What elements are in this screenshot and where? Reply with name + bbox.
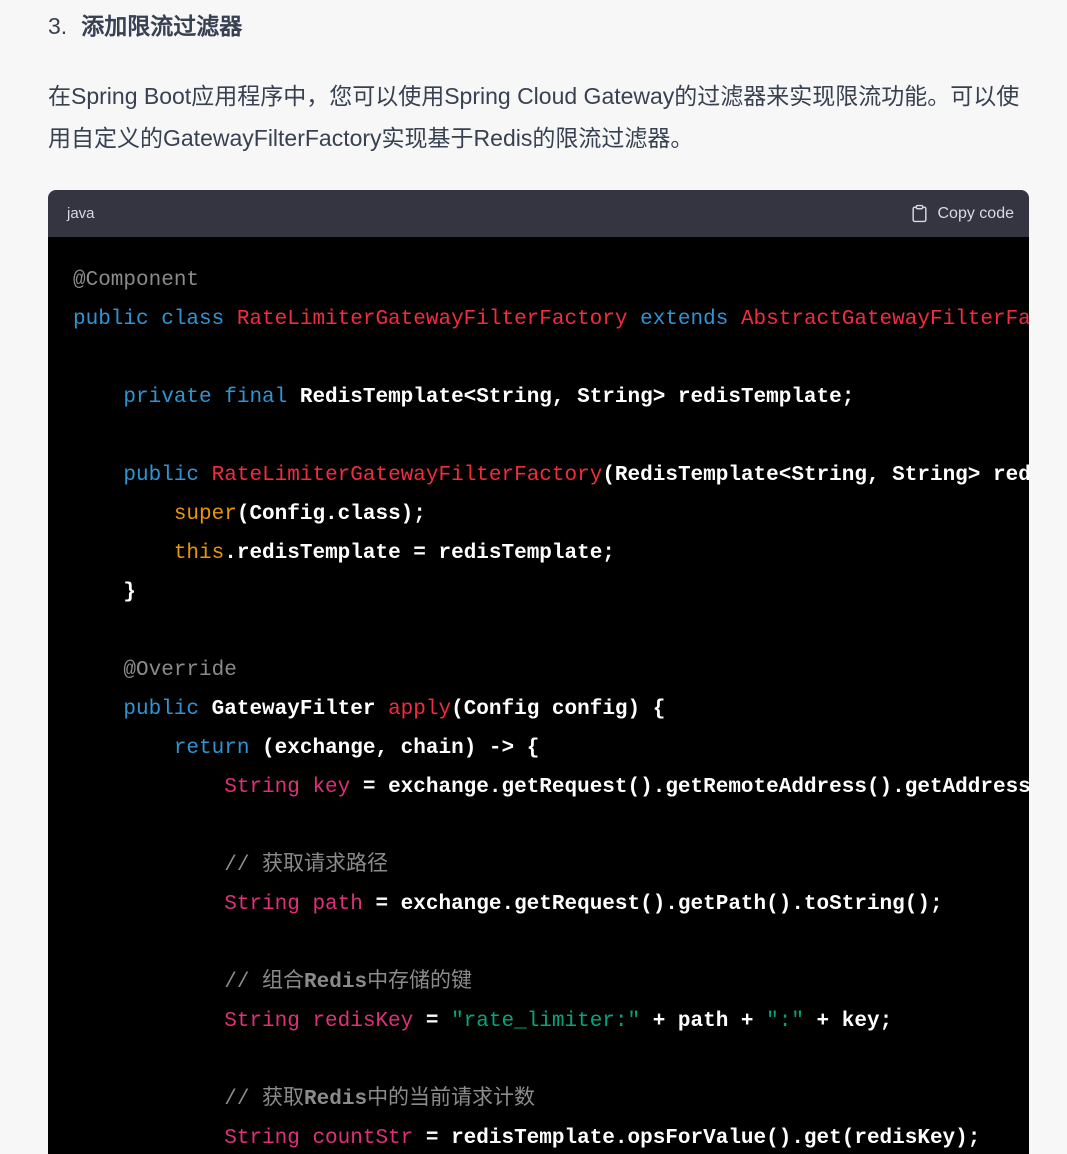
code-token-variable: String countStr (224, 1127, 413, 1150)
code-line: this.redisTemplate = redisTemplate; (73, 542, 615, 565)
code-token-plain: (exchange, chain) -> { (249, 737, 539, 760)
code-token-plain (73, 1088, 224, 1111)
language-label: java (67, 205, 95, 222)
code-token-comment: // 获取请求路径 (224, 854, 388, 877)
code-line: // 组合Redis中存储的键 (73, 971, 472, 994)
page: { "page": { "background": "#f7f7f8", "te… (0, 0, 1067, 1117)
code-token-comment_bold: Redis (304, 971, 367, 994)
code-token-plain (73, 1010, 224, 1033)
code-token-plain: = exchange.getRequest().getRemoteAddress… (350, 776, 1029, 799)
code-token-builtin: super (174, 503, 237, 526)
code-token-plain: + key; (804, 1010, 892, 1033)
code-line: } (73, 581, 136, 604)
code-token-plain: GatewayFilter (199, 698, 388, 721)
code-token-builtin: this (174, 542, 224, 565)
code-token-plain: = (413, 1010, 451, 1033)
paragraph: 在Spring Boot应用程序中，您可以使用Spring Cloud Gate… (48, 75, 1029, 159)
code-token-plain (728, 308, 741, 331)
code-token-plain (73, 893, 224, 916)
code-token-keyword: public (123, 698, 199, 721)
code-token-plain (73, 542, 174, 565)
copy-code-button[interactable]: Copy code (910, 203, 1015, 224)
code-token-plain (73, 737, 174, 760)
code-root: @Component public class RateLimiterGatew… (73, 269, 1029, 1154)
code-token-plain (73, 503, 174, 526)
code-token-plain (73, 1127, 224, 1150)
list-marker: 3. (48, 13, 67, 39)
code-token-keyword: return (174, 737, 250, 760)
code-line: @Override (73, 659, 237, 682)
code-token-keyword: private final (123, 386, 287, 409)
code-token-classname: RateLimiterGatewayFilterFactory (237, 308, 628, 331)
code-token-classname: RateLimiterGatewayFilterFactory (212, 464, 603, 487)
code-token-plain: (Config.class); (237, 503, 426, 526)
code-token-plain: (Config config) { (451, 698, 665, 721)
code-line: super(Config.class); (73, 503, 426, 526)
clipboard-icon (910, 203, 929, 224)
code-token-plain: = exchange.getRequest().getPath().toStri… (363, 893, 943, 916)
code-token-comment: 中的当前请求计数 (367, 1088, 535, 1111)
code-token-plain: + path + (640, 1010, 766, 1033)
code-token-plain: .redisTemplate = redisTemplate; (224, 542, 615, 565)
code-token-plain (73, 854, 224, 877)
code-token-plain (73, 971, 224, 994)
code-content: @Component public class RateLimiterGatew… (48, 237, 1029, 1154)
code-token-plain (199, 464, 212, 487)
code-token-plain: = redisTemplate.opsForValue().get(redisK… (413, 1127, 980, 1150)
code-token-classname: apply (388, 698, 451, 721)
code-line: String countStr = redisTemplate.opsForVa… (73, 1127, 980, 1150)
code-line: private final RedisTemplate<String, Stri… (73, 386, 854, 409)
code-token-plain (628, 308, 641, 331)
code-line: String path = exchange.getRequest().getP… (73, 893, 943, 916)
code-token-comment: // 组合 (224, 971, 304, 994)
code-token-plain (73, 698, 123, 721)
code-token-meta: @Component (73, 269, 199, 292)
code-token-comment: 中存储的键 (367, 971, 472, 994)
code-token-plain: } (73, 581, 136, 604)
code-token-string: "rate_limiter:" (451, 1010, 640, 1033)
code-line: public class RateLimiterGatewayFilterFac… (73, 308, 1029, 331)
code-token-comment: // 获取 (224, 1088, 304, 1111)
code-line: @Component (73, 269, 199, 292)
code-token-plain: (RedisTemplate<String, String> redisTemp… (602, 464, 1029, 487)
code-token-variable: String key (224, 776, 350, 799)
code-token-plain (73, 386, 123, 409)
code-token-variable: String redisKey (224, 1010, 413, 1033)
code-block-header: java Copy code (48, 190, 1029, 237)
code-block: java Copy code @Component public class R… (48, 190, 1029, 1154)
code-line: // 获取Redis中的当前请求计数 (73, 1088, 535, 1111)
code-line: public GatewayFilter apply(Config config… (73, 698, 665, 721)
section-heading-text: 添加限流过滤器 (81, 13, 242, 39)
code-line: String redisKey = "rate_limiter:" + path… (73, 1010, 892, 1033)
code-token-plain (73, 464, 123, 487)
section-heading: 3. 添加限流过滤器 (48, 11, 1029, 42)
code-line: // 获取请求路径 (73, 854, 388, 877)
code-token-keyword: public (123, 464, 199, 487)
code-line: public RateLimiterGatewayFilterFactory(R… (73, 464, 1029, 487)
copy-code-label: Copy code (938, 205, 1015, 223)
code-token-plain (73, 776, 224, 799)
code-token-plain: RedisTemplate<String, String> redisTempl… (287, 386, 854, 409)
code-token-keyword: public class (73, 308, 237, 331)
code-line: String key = exchange.getRequest().getRe… (73, 776, 1029, 799)
code-token-classname: AbstractGatewayFilterFactory<RateLimiter… (741, 308, 1029, 331)
code-token-plain (73, 659, 123, 682)
code-token-keyword: extends (640, 308, 728, 331)
code-token-string: ":" (766, 1010, 804, 1033)
code-token-comment_bold: Redis (304, 1088, 367, 1111)
code-token-variable: String path (224, 893, 363, 916)
code-line: return (exchange, chain) -> { (73, 737, 539, 760)
code-token-meta: @Override (123, 659, 236, 682)
chat-message-content: 3. 添加限流过滤器 在Spring Boot应用程序中，您可以使用Spring … (0, 0, 1067, 1154)
